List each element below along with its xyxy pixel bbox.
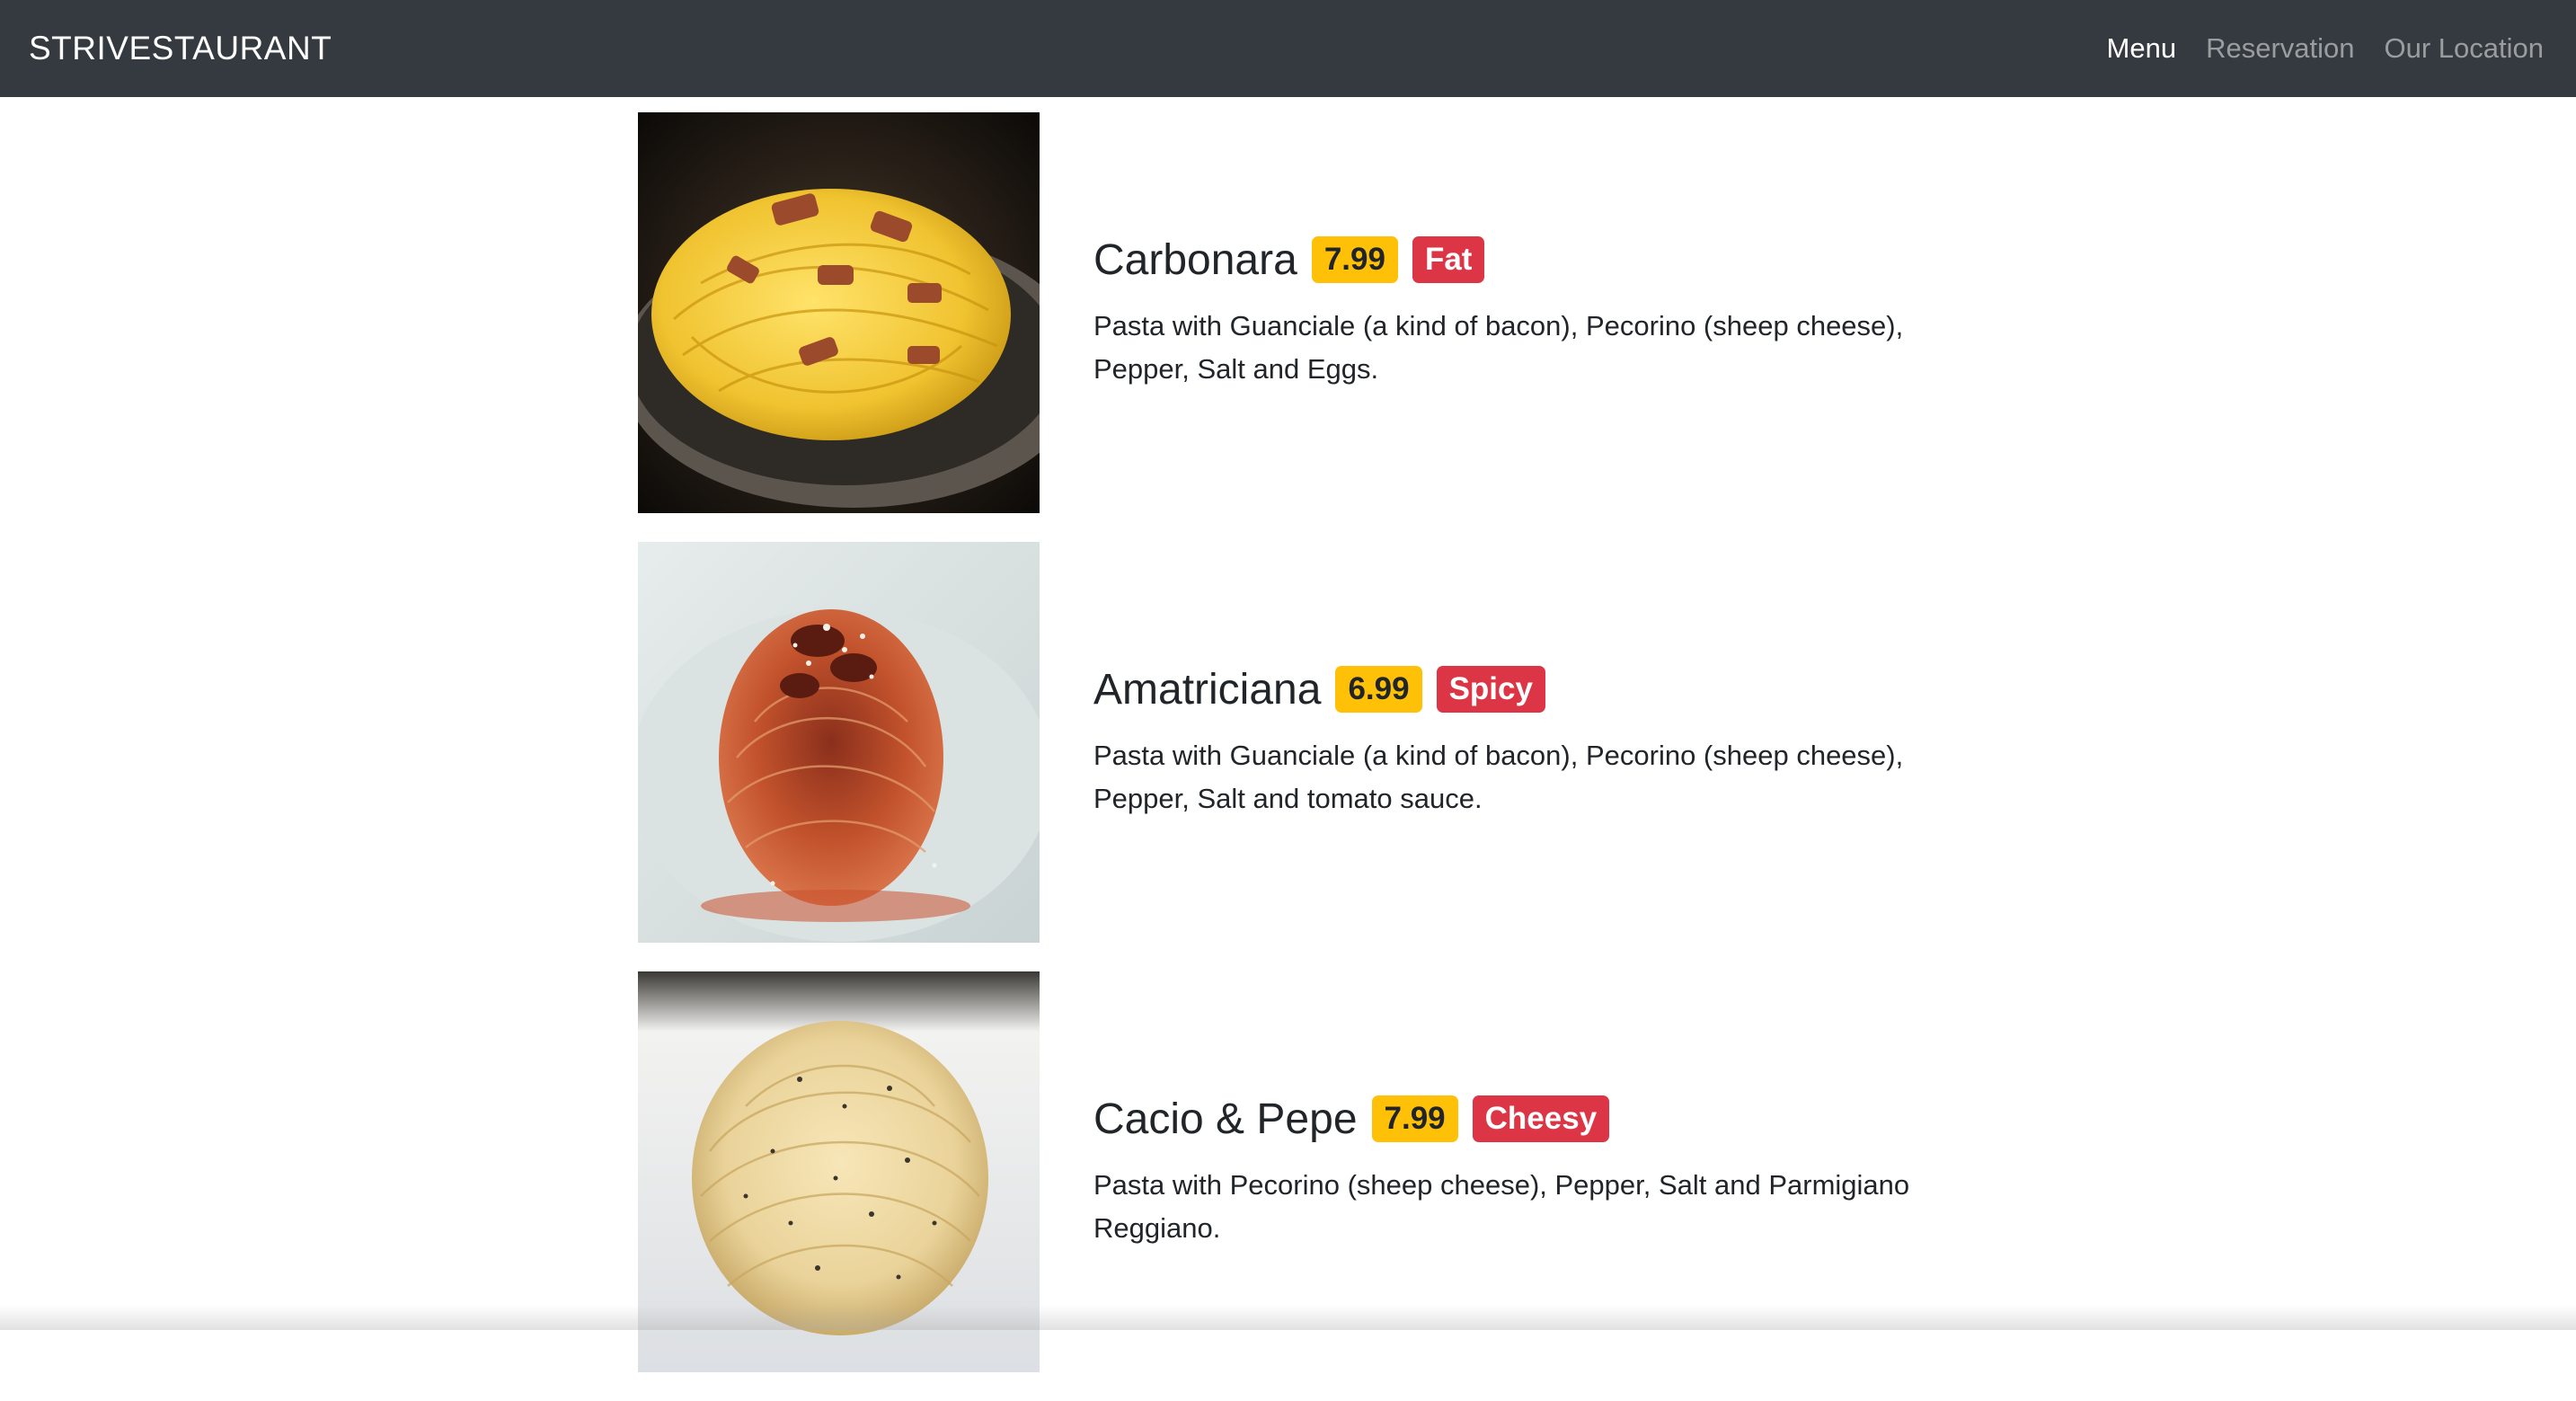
dish-title-row: Carbonara 7.99 Fat — [1093, 235, 1950, 285]
dish-info-cacio-e-pepe: Cacio & Pepe 7.99 Cheesy Pasta with Peco… — [1093, 1095, 1950, 1250]
price-badge: 7.99 — [1371, 1095, 1458, 1143]
menu-list: Carbonara 7.99 Fat Pasta with Guanciale … — [638, 112, 1950, 1401]
dish-description: Pasta with Guanciale (a kind of bacon), … — [1093, 309, 1904, 385]
dish-title-row: Cacio & Pepe 7.99 Cheesy — [1093, 1095, 1950, 1144]
menu-item-cacio-e-pepe: Cacio & Pepe 7.99 Cheesy Pasta with Peco… — [638, 971, 1950, 1372]
nav-links: Menu Reservation Our Location — [2077, 32, 2544, 65]
top-navbar: STRIVESTAURANT Menu Reservation Our Loca… — [0, 0, 2576, 97]
dish-description: Pasta with Guanciale (a kind of bacon), … — [1093, 739, 1904, 814]
menu-item-carbonara: Carbonara 7.99 Fat Pasta with Guanciale … — [638, 112, 1950, 513]
price-badge: 7.99 — [1311, 235, 1398, 284]
tag-badge: Spicy — [1436, 665, 1545, 714]
menu-item-amatriciana: Amatriciana 6.99 Spicy Pasta with Guanci… — [638, 542, 1950, 943]
dish-name: Carbonara — [1093, 235, 1297, 284]
nav-link-reservation[interactable]: Reservation — [2206, 32, 2354, 65]
brand-logo-link[interactable]: STRIVESTAURANT — [29, 30, 332, 67]
dish-name: Cacio & Pepe — [1093, 1095, 1358, 1143]
dish-name: Amatriciana — [1093, 665, 1322, 714]
nav-link-menu[interactable]: Menu — [2107, 32, 2177, 65]
price-badge: 6.99 — [1335, 665, 1422, 714]
tag-badge: Fat — [1412, 235, 1485, 284]
dish-info-carbonara: Carbonara 7.99 Fat Pasta with Guanciale … — [1093, 235, 1950, 391]
dish-photo-carbonara — [638, 112, 1040, 513]
dish-info-amatriciana: Amatriciana 6.99 Spicy Pasta with Guanci… — [1093, 665, 1950, 820]
dish-title-row: Amatriciana 6.99 Spicy — [1093, 665, 1950, 714]
dish-photo-cacio-e-pepe — [638, 971, 1040, 1372]
dish-photo-amatriciana — [638, 542, 1040, 943]
nav-link-our-location[interactable]: Our Location — [2385, 32, 2545, 65]
dish-description: Pasta with Pecorino (sheep cheese), Pepp… — [1093, 1168, 1910, 1244]
tag-badge: Cheesy — [1472, 1095, 1610, 1143]
